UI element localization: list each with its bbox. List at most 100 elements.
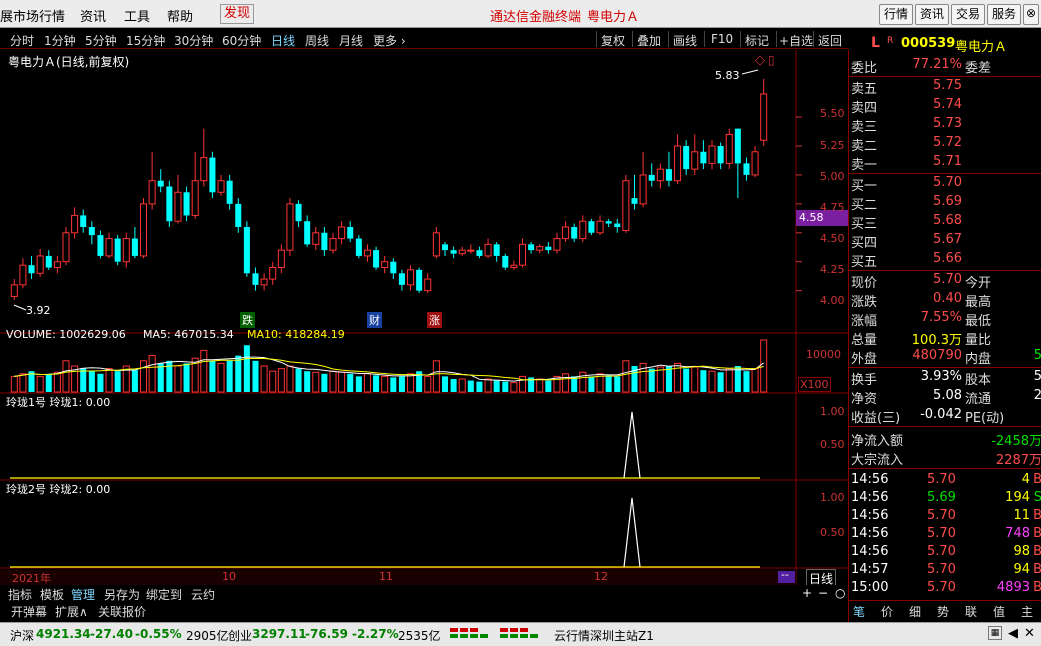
sh-index-name[interactable]: 沪深 (10, 627, 34, 644)
tab-manage[interactable]: 管理 (71, 586, 95, 603)
mark-button[interactable]: 标记 (745, 32, 769, 49)
overlay-button[interactable]: 叠加 (637, 32, 661, 49)
period-more[interactable]: 更多 › (373, 32, 406, 49)
related-quotes[interactable]: 关联报价 (98, 603, 146, 620)
zoom-in-icon[interactable]: + (802, 586, 812, 600)
diamond-icon[interactable]: ◇ (755, 53, 765, 68)
volume-unit: X100 (798, 377, 831, 392)
grid-icon[interactable]: ▦ (988, 626, 1002, 640)
candle (88, 221, 95, 245)
quote-panel-tab[interactable]: 价 (881, 603, 893, 620)
bid-4[interactable]: 买四 5.67 (849, 232, 1041, 251)
menu-news[interactable]: 资讯 (80, 6, 106, 25)
event-tag-up[interactable]: 涨 (427, 312, 442, 328)
speaker-icon[interactable]: ◀ (1008, 626, 1018, 641)
volume-bar (243, 345, 250, 392)
ind2-tick-1: 1.00 (820, 491, 845, 504)
period-30min[interactable]: 30分钟 (174, 32, 213, 49)
server-name[interactable]: 云行情深圳主站Z1 (554, 627, 654, 644)
volume-bar (19, 373, 27, 393)
bullet-comments-toggle[interactable]: 开弹幕 (11, 603, 47, 620)
kline-chart[interactable] (0, 50, 848, 585)
period-1min[interactable]: 1分钟 (44, 32, 76, 49)
tab-indicator[interactable]: 指标 (8, 586, 32, 603)
trade-button[interactable]: 交易 (951, 4, 985, 25)
ind2-tick-2: 0.50 (820, 526, 845, 539)
tab-template[interactable]: 模板 (40, 586, 64, 603)
tab-cloud[interactable]: 云约 (191, 586, 215, 603)
chart-area[interactable]: 粤电力Ａ(日线,前复权) ◇ ▯ 5.50 5.25 5.00 4.75 4.5… (0, 50, 848, 588)
back-button[interactable]: 返回 (818, 32, 842, 49)
candle (166, 180, 173, 227)
candle (71, 207, 79, 239)
quote-panel-tab[interactable]: 笔 (853, 603, 865, 620)
ask-5[interactable]: 卖五 5.75 (849, 78, 1041, 97)
ask-3[interactable]: 卖三 5.73 (849, 116, 1041, 135)
ask-2[interactable]: 卖二 5.72 (849, 135, 1041, 154)
candle (493, 242, 500, 262)
quote-button[interactable]: 行情 (879, 4, 913, 25)
close-icon[interactable]: ⊗ (1023, 4, 1039, 25)
quote-panel-tab[interactable]: 联 (965, 603, 977, 620)
period-60min[interactable]: 60分钟 (222, 32, 261, 49)
menu-market[interactable]: 展市场行情 (0, 6, 65, 25)
draw-button[interactable]: 画线 (673, 32, 697, 49)
volume-bar (458, 378, 466, 393)
period-monthly[interactable]: 月线 (339, 32, 363, 49)
weibi-row: 委比 77.21% 委差 (851, 57, 992, 76)
volume-bar (174, 365, 182, 393)
candle (114, 235, 121, 266)
menu-help[interactable]: 帮助 (167, 6, 193, 25)
f10-button[interactable]: F10 (711, 32, 733, 46)
cy-index-value: 3297.11 (252, 627, 307, 641)
bid-2[interactable]: 买二 5.69 (849, 194, 1041, 213)
candle (536, 244, 544, 254)
tick-row: 14:56 5.70 4 B (851, 472, 1041, 487)
event-tag-finance[interactable]: 财 (367, 312, 382, 328)
service-button[interactable]: 服务 (987, 4, 1021, 25)
volume-bar (131, 370, 138, 392)
ask-4[interactable]: 卖四 5.74 (849, 97, 1041, 116)
volume-bar (700, 370, 707, 392)
settings-icon[interactable]: ○ (835, 586, 845, 600)
candle (235, 198, 242, 233)
menu-tools[interactable]: 工具 (124, 6, 150, 25)
stock-name: 粤电力Ａ (955, 40, 1008, 55)
scroll-handle[interactable]: -- (781, 568, 789, 581)
event-tag-down[interactable]: 跌 (240, 312, 255, 328)
period-5min[interactable]: 5分钟 (85, 32, 117, 49)
add-favorite-button[interactable]: +自选 (779, 32, 813, 49)
candle (502, 253, 509, 270)
candle (373, 246, 380, 270)
tab-bind-to[interactable]: 绑定到 (146, 586, 182, 603)
volume-bar (717, 372, 724, 392)
ask-1[interactable]: 卖一 5.71 (849, 154, 1041, 173)
cy-index-name[interactable]: 创业 (228, 627, 252, 644)
bid-1[interactable]: 买一 5.70 (849, 175, 1041, 194)
volume-bar (166, 360, 173, 392)
news-button[interactable]: 资讯 (915, 4, 949, 25)
period-15min[interactable]: 15分钟 (126, 32, 165, 49)
candle (191, 151, 199, 219)
volume-bar (304, 371, 311, 392)
quote-panel-tab[interactable]: 细 (909, 603, 921, 620)
stat-eps: 收益(三) -0.042 PE(动) (851, 407, 1005, 426)
period-daily[interactable]: 日线 (271, 32, 295, 49)
quote-panel-tab[interactable]: 势 (937, 603, 949, 620)
candle (174, 174, 182, 224)
window-restore-icon[interactable]: ▯ (768, 53, 775, 67)
adjust-button[interactable]: 复权 (601, 32, 625, 49)
mute-icon[interactable]: ✕ (1024, 626, 1035, 641)
menu-bar: 展市场行情 资讯 工具 帮助 发现 通达信金融终端 粤电力Ａ 行情 资讯 交易 … (0, 0, 1041, 28)
candle (683, 140, 690, 175)
tab-save-as[interactable]: 另存为 (104, 586, 140, 603)
menu-discover[interactable]: 发现 (220, 4, 255, 24)
bid-3[interactable]: 买三 5.68 (849, 213, 1041, 232)
bid-5[interactable]: 买五 5.66 (849, 251, 1041, 270)
period-weekly[interactable]: 周线 (305, 32, 329, 49)
expand-toggle[interactable]: 扩展∧ (55, 603, 88, 620)
quote-panel-tab[interactable]: 值 (993, 603, 1005, 620)
quote-panel-tab[interactable]: 主 (1021, 603, 1033, 620)
period-minute[interactable]: 分时 (10, 32, 34, 49)
zoom-out-icon[interactable]: − (818, 586, 828, 600)
